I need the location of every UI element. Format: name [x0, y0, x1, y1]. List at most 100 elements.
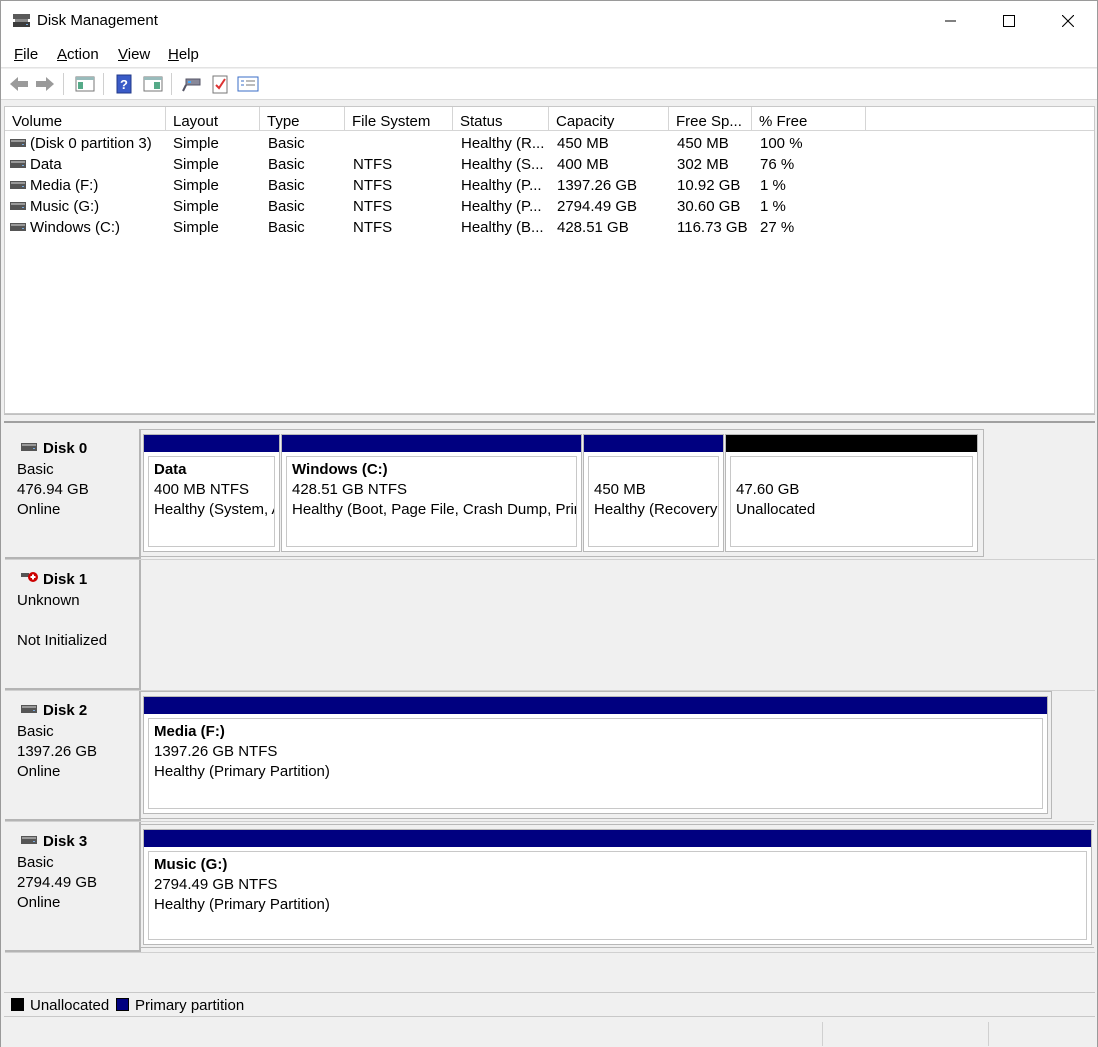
toolbar: ? — [1, 69, 1097, 100]
maximize-button[interactable] — [980, 1, 1038, 41]
maximize-icon — [1003, 15, 1015, 27]
volume-status: Healthy (S... — [461, 156, 544, 173]
menu-help-mnemonic: H — [168, 46, 179, 63]
volume-name: Media (F:) — [30, 177, 99, 194]
partition-body: Data 400 MB NTFS Healthy (System, A — [148, 456, 275, 547]
disk-0-label[interactable]: Disk 0 Basic 476.94 GB Online — [5, 429, 141, 559]
menu-file[interactable]: File — [14, 46, 38, 63]
legend-unallocated-label: Unallocated — [30, 997, 110, 1014]
menu-action-mnemonic: A — [57, 46, 68, 63]
disk-icon — [21, 705, 37, 713]
column-header-volume[interactable]: Volume — [5, 107, 166, 131]
menu-bar: File Action View Help — [1, 41, 1097, 68]
partition-body: 47.60 GB Unallocated — [730, 456, 973, 547]
menu-view-label: iew — [127, 46, 151, 63]
disk-2-partitions: Media (F:) 1397.26 GB NTFS Healthy (Prim… — [140, 691, 1052, 819]
volume-row[interactable]: Data Simple Basic NTFS Healthy (S... 400… — [5, 154, 1094, 175]
volume-file-system: NTFS — [353, 219, 393, 236]
volume-name: Music (G:) — [30, 198, 100, 215]
status-bar-separator — [988, 1022, 989, 1046]
volume-percent-free: 1 % — [760, 198, 786, 215]
menu-help[interactable]: Help — [168, 46, 199, 63]
volume-row[interactable]: Media (F:) Simple Basic NTFS Healthy (P.… — [5, 175, 1094, 196]
volume-type: Basic — [268, 177, 305, 194]
disk-1-label[interactable]: Disk 1 Unknown Not Initialized — [5, 560, 141, 690]
svg-text:?: ? — [120, 77, 128, 92]
back-button[interactable] — [8, 73, 30, 95]
partition-body: Music (G:) 2794.49 GB NTFS Healthy (Prim… — [148, 851, 1087, 940]
disk-size: 2794.49 GB — [17, 874, 98, 891]
menu-action[interactable]: Action — [57, 46, 99, 63]
volume-icon — [10, 223, 26, 231]
pane-splitter[interactable] — [4, 414, 1095, 423]
disk-kind: Basic — [17, 854, 54, 871]
legend: Unallocated Primary partition — [4, 992, 1095, 1017]
column-header-file-system[interactable]: File System — [345, 107, 453, 131]
minimize-icon — [945, 20, 956, 22]
toolbar-separator — [63, 73, 64, 95]
column-header-layout[interactable]: Layout — [166, 107, 260, 131]
settings-list-button[interactable] — [237, 73, 259, 95]
disk-name: Disk 3 — [43, 833, 88, 850]
menu-view[interactable]: View — [118, 46, 150, 63]
help-button[interactable]: ? — [113, 73, 135, 95]
disk-management-app-icon — [13, 14, 30, 27]
disk-management-window: Disk Management File Action View Help ? — [0, 0, 1098, 1047]
partition-body: 450 MB Healthy (Recovery — [588, 456, 719, 547]
volume-row[interactable]: Windows (C:) Simple Basic NTFS Healthy (… — [5, 217, 1094, 238]
close-button[interactable] — [1039, 1, 1097, 41]
column-header-percent-free[interactable]: % Free — [752, 107, 866, 131]
disk-state: Online — [17, 501, 61, 518]
volume-status: Healthy (P... — [461, 177, 542, 194]
back-arrow-icon — [10, 77, 28, 91]
partition-unallocated[interactable]: 47.60 GB Unallocated — [725, 434, 978, 552]
show-hide-console-tree-button[interactable] — [74, 73, 96, 95]
partition-windows[interactable]: Windows (C:) 428.51 GB NTFS Healthy (Boo… — [281, 434, 582, 552]
partition-status: Healthy (Primary Partition) — [154, 763, 330, 780]
disk-error-icon — [21, 572, 38, 582]
primary-partition-bar — [282, 435, 581, 452]
disk-2-label[interactable]: Disk 2 Basic 1397.26 GB Online — [5, 691, 141, 821]
column-header-type[interactable]: Type — [260, 107, 345, 131]
volume-capacity: 2794.49 GB — [557, 198, 638, 215]
check-button[interactable] — [209, 73, 231, 95]
volume-row[interactable]: Music (G:) Simple Basic NTFS Healthy (P.… — [5, 196, 1094, 217]
connect-button[interactable] — [181, 73, 203, 95]
disk-kind: Basic — [17, 723, 54, 740]
disk-state: Online — [17, 763, 61, 780]
partition-data[interactable]: Data 400 MB NTFS Healthy (System, A — [143, 434, 280, 552]
partition-size: 450 MB — [594, 481, 646, 498]
disk-graphical-view: Disk 0 Basic 476.94 GB Online Data 400 M… — [4, 423, 1095, 989]
column-header-capacity[interactable]: Capacity — [549, 107, 669, 131]
volume-layout: Simple — [173, 219, 219, 236]
column-header-status[interactable]: Status — [453, 107, 549, 131]
partition-recovery[interactable]: 450 MB Healthy (Recovery — [583, 434, 724, 552]
partition-media[interactable]: Media (F:) 1397.26 GB NTFS Healthy (Prim… — [143, 696, 1048, 814]
partition-status: Unallocated — [736, 501, 816, 518]
partition-size: 2794.49 GB NTFS — [154, 876, 278, 893]
partition-music[interactable]: Music (G:) 2794.49 GB NTFS Healthy (Prim… — [143, 829, 1092, 945]
disk-3-label[interactable]: Disk 3 Basic 2794.49 GB Online — [5, 822, 141, 952]
menu-file-mnemonic: F — [14, 46, 24, 63]
properties-button[interactable] — [142, 73, 164, 95]
volume-free-space: 10.92 GB — [677, 177, 741, 194]
minimize-button[interactable] — [922, 1, 980, 41]
toolbar-separator — [103, 73, 104, 95]
status-bar — [1, 1020, 1097, 1047]
title-bar: Disk Management — [1, 1, 1097, 41]
forward-arrow-icon — [36, 77, 54, 91]
forward-button[interactable] — [34, 73, 56, 95]
partition-title: Data — [154, 461, 187, 478]
volume-type: Basic — [268, 198, 305, 215]
disk-name: Disk 1 — [43, 571, 88, 588]
disk-3-partitions: Music (G:) 2794.49 GB NTFS Healthy (Prim… — [140, 824, 1094, 948]
partition-title: Windows (C:) — [292, 461, 388, 478]
partition-status: Healthy (Recovery — [594, 501, 718, 518]
volume-file-system: NTFS — [353, 177, 393, 194]
partition-size: 47.60 GB — [736, 481, 800, 498]
volume-free-space: 116.73 GB — [677, 219, 748, 236]
volume-percent-free: 76 % — [760, 156, 795, 173]
column-header-free-space[interactable]: Free Sp... — [669, 107, 752, 131]
volume-capacity: 428.51 GB — [557, 219, 629, 236]
volume-row[interactable]: (Disk 0 partition 3) Simple Basic Health… — [5, 133, 1094, 154]
